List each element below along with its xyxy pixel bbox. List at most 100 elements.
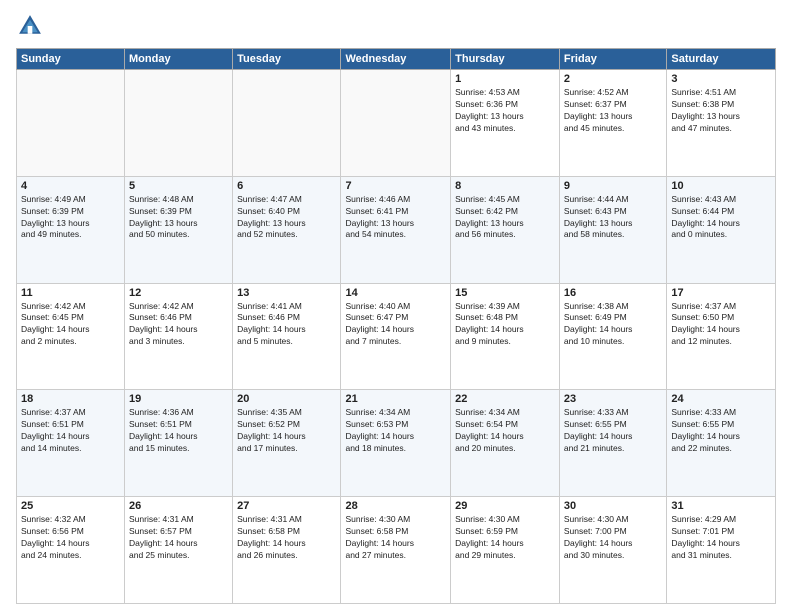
day-info: Sunrise: 4:31 AM Sunset: 6:58 PM Dayligh…	[237, 514, 336, 562]
calendar-cell: 29Sunrise: 4:30 AM Sunset: 6:59 PM Dayli…	[451, 497, 560, 604]
day-number: 19	[129, 393, 228, 405]
calendar-cell: 4 Sunrise: 4:49 AM Sunset: 6:39 PM Daylig…	[17, 176, 125, 283]
header	[16, 12, 776, 40]
day-info: Sunrise: 4:29 AM Sunset: 7:01 PM Dayligh…	[671, 514, 771, 562]
day-number: 12	[129, 287, 228, 299]
day-number: 26	[129, 500, 228, 512]
calendar-table: SundayMondayTuesdayWednesdayThursdayFrid…	[16, 48, 776, 604]
calendar-cell: 1 Sunrise: 4:53 AM Sunset: 6:36 PM Daylig…	[451, 70, 560, 177]
week-row-1: 1 Sunrise: 4:53 AM Sunset: 6:36 PM Daylig…	[17, 70, 776, 177]
day-info: Sunrise: 4:33 AM Sunset: 6:55 PM Dayligh…	[564, 407, 662, 455]
calendar-cell: 21 Sunrise: 4:34 AM Sunset: 6:53 PM Dayli…	[341, 390, 451, 497]
calendar-cell: 14Sunrise: 4:40 AM Sunset: 6:47 PM Dayli…	[341, 283, 451, 390]
calendar-cell: 15Sunrise: 4:39 AM Sunset: 6:48 PM Dayli…	[451, 283, 560, 390]
calendar-cell: 16 Sunrise: 4:38 AM Sunset: 6:49 PM Dayli…	[559, 283, 666, 390]
calendar-cell	[341, 70, 451, 177]
calendar-cell: 7 Sunrise: 4:46 AM Sunset: 6:41 PM Daylig…	[341, 176, 451, 283]
day-number: 11	[21, 287, 120, 299]
calendar-cell: 20 Sunrise: 4:35 AM Sunset: 6:52 PM Dayli…	[233, 390, 341, 497]
day-number: 8	[455, 180, 555, 192]
day-number: 13	[237, 287, 336, 299]
day-info: Sunrise: 4:37 AM Sunset: 6:50 PM Dayligh…	[671, 301, 771, 349]
calendar-cell: 22 Sunrise: 4:34 AM Sunset: 6:54 PM Dayli…	[451, 390, 560, 497]
calendar-cell: 2 Sunrise: 4:52 AM Sunset: 6:37 PM Daylig…	[559, 70, 666, 177]
day-number: 25	[21, 500, 120, 512]
logo	[16, 12, 48, 40]
day-info: Sunrise: 4:43 AM Sunset: 6:44 PM Dayligh…	[671, 194, 771, 242]
day-number: 28	[345, 500, 446, 512]
day-info: Sunrise: 4:42 AM Sunset: 6:46 PM Dayligh…	[129, 301, 228, 349]
day-info: Sunrise: 4:40 AM Sunset: 6:47 PM Dayligh…	[345, 301, 446, 349]
calendar-cell: 8 Sunrise: 4:45 AM Sunset: 6:42 PM Daylig…	[451, 176, 560, 283]
day-info: Sunrise: 4:30 AM Sunset: 6:58 PM Dayligh…	[345, 514, 446, 562]
calendar-cell: 5 Sunrise: 4:48 AM Sunset: 6:39 PM Daylig…	[125, 176, 233, 283]
day-number: 20	[237, 393, 336, 405]
weekday-header-row: SundayMondayTuesdayWednesdayThursdayFrid…	[17, 49, 776, 70]
week-row-2: 4 Sunrise: 4:49 AM Sunset: 6:39 PM Daylig…	[17, 176, 776, 283]
weekday-header-sunday: Sunday	[17, 49, 125, 70]
day-number: 10	[671, 180, 771, 192]
day-info: Sunrise: 4:44 AM Sunset: 6:43 PM Dayligh…	[564, 194, 662, 242]
calendar-cell: 18Sunrise: 4:37 AM Sunset: 6:51 PM Dayli…	[17, 390, 125, 497]
calendar-cell	[17, 70, 125, 177]
calendar-cell: 31 Sunrise: 4:29 AM Sunset: 7:01 PM Dayli…	[667, 497, 776, 604]
day-info: Sunrise: 4:34 AM Sunset: 6:54 PM Dayligh…	[455, 407, 555, 455]
calendar-cell: 11Sunrise: 4:42 AM Sunset: 6:45 PM Dayli…	[17, 283, 125, 390]
day-info: Sunrise: 4:47 AM Sunset: 6:40 PM Dayligh…	[237, 194, 336, 242]
calendar-cell: 30Sunrise: 4:30 AM Sunset: 7:00 PM Dayli…	[559, 497, 666, 604]
week-row-5: 25 Sunrise: 4:32 AM Sunset: 6:56 PM Dayli…	[17, 497, 776, 604]
day-info: Sunrise: 4:52 AM Sunset: 6:37 PM Dayligh…	[564, 87, 662, 135]
day-number: 30	[564, 500, 662, 512]
day-number: 27	[237, 500, 336, 512]
day-info: Sunrise: 4:33 AM Sunset: 6:55 PM Dayligh…	[671, 407, 771, 455]
calendar-cell: 26 Sunrise: 4:31 AM Sunset: 6:57 PM Dayli…	[125, 497, 233, 604]
day-info: Sunrise: 4:38 AM Sunset: 6:49 PM Dayligh…	[564, 301, 662, 349]
day-info: Sunrise: 4:45 AM Sunset: 6:42 PM Dayligh…	[455, 194, 555, 242]
day-info: Sunrise: 4:31 AM Sunset: 6:57 PM Dayligh…	[129, 514, 228, 562]
day-number: 5	[129, 180, 228, 192]
day-info: Sunrise: 4:36 AM Sunset: 6:51 PM Dayligh…	[129, 407, 228, 455]
day-number: 15	[455, 287, 555, 299]
day-number: 31	[671, 500, 771, 512]
calendar-cell: 13 Sunrise: 4:41 AM Sunset: 6:46 PM Dayli…	[233, 283, 341, 390]
day-number: 22	[455, 393, 555, 405]
day-info: Sunrise: 4:46 AM Sunset: 6:41 PM Dayligh…	[345, 194, 446, 242]
day-info: Sunrise: 4:30 AM Sunset: 6:59 PM Dayligh…	[455, 514, 555, 562]
calendar-cell: 27 Sunrise: 4:31 AM Sunset: 6:58 PM Dayli…	[233, 497, 341, 604]
day-number: 2	[564, 73, 662, 85]
day-info: Sunrise: 4:34 AM Sunset: 6:53 PM Dayligh…	[345, 407, 446, 455]
day-number: 1	[455, 73, 555, 85]
calendar-cell: 19 Sunrise: 4:36 AM Sunset: 6:51 PM Dayli…	[125, 390, 233, 497]
day-info: Sunrise: 4:41 AM Sunset: 6:46 PM Dayligh…	[237, 301, 336, 349]
day-info: Sunrise: 4:32 AM Sunset: 6:56 PM Dayligh…	[21, 514, 120, 562]
weekday-header-tuesday: Tuesday	[233, 49, 341, 70]
day-info: Sunrise: 4:35 AM Sunset: 6:52 PM Dayligh…	[237, 407, 336, 455]
week-row-3: 11Sunrise: 4:42 AM Sunset: 6:45 PM Dayli…	[17, 283, 776, 390]
calendar-cell: 6Sunrise: 4:47 AM Sunset: 6:40 PM Daylig…	[233, 176, 341, 283]
day-info: Sunrise: 4:49 AM Sunset: 6:39 PM Dayligh…	[21, 194, 120, 242]
calendar-cell: 3Sunrise: 4:51 AM Sunset: 6:38 PM Daylig…	[667, 70, 776, 177]
weekday-header-wednesday: Wednesday	[341, 49, 451, 70]
day-number: 17	[671, 287, 771, 299]
weekday-header-monday: Monday	[125, 49, 233, 70]
day-number: 7	[345, 180, 446, 192]
calendar-cell: 23 Sunrise: 4:33 AM Sunset: 6:55 PM Dayli…	[559, 390, 666, 497]
calendar-cell: 25 Sunrise: 4:32 AM Sunset: 6:56 PM Dayli…	[17, 497, 125, 604]
day-number: 23	[564, 393, 662, 405]
day-number: 16	[564, 287, 662, 299]
page: SundayMondayTuesdayWednesdayThursdayFrid…	[0, 0, 792, 612]
day-number: 21	[345, 393, 446, 405]
day-info: Sunrise: 4:53 AM Sunset: 6:36 PM Dayligh…	[455, 87, 555, 135]
day-number: 4	[21, 180, 120, 192]
day-info: Sunrise: 4:48 AM Sunset: 6:39 PM Dayligh…	[129, 194, 228, 242]
calendar-cell: 9 Sunrise: 4:44 AM Sunset: 6:43 PM Daylig…	[559, 176, 666, 283]
weekday-header-saturday: Saturday	[667, 49, 776, 70]
day-number: 9	[564, 180, 662, 192]
calendar-cell	[125, 70, 233, 177]
calendar-cell	[233, 70, 341, 177]
logo-icon	[16, 12, 44, 40]
weekday-header-thursday: Thursday	[451, 49, 560, 70]
calendar-cell: 24Sunrise: 4:33 AM Sunset: 6:55 PM Dayli…	[667, 390, 776, 497]
calendar-cell: 28 Sunrise: 4:30 AM Sunset: 6:58 PM Dayli…	[341, 497, 451, 604]
week-row-4: 18Sunrise: 4:37 AM Sunset: 6:51 PM Dayli…	[17, 390, 776, 497]
